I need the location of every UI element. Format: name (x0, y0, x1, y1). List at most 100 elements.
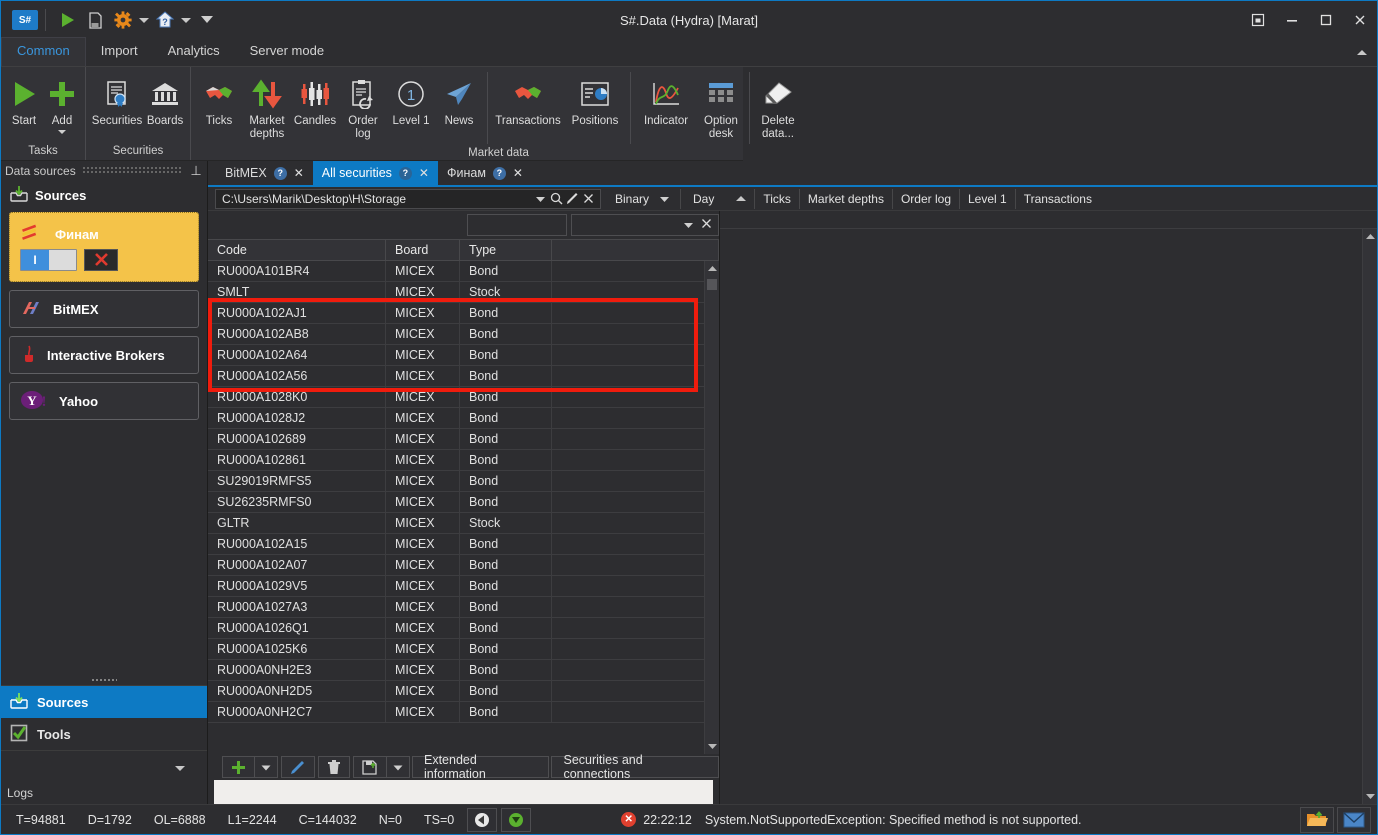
quick-settings-gear-icon[interactable] (109, 6, 137, 34)
clear-x-icon[interactable] (580, 193, 596, 204)
minimize-icon[interactable] (1275, 1, 1309, 39)
scroll-up-icon[interactable] (707, 261, 718, 277)
help-dropdown-caret-icon[interactable] (179, 6, 193, 34)
tab-all-securities[interactable]: All securities ? ✕ (312, 161, 438, 185)
table-row[interactable]: RU000A1027A3 MICEX Bond (208, 597, 719, 618)
chevron-down-icon[interactable] (683, 218, 694, 232)
timeframe-select[interactable]: Day (685, 189, 754, 209)
sidebar-item-sources[interactable]: Sources (1, 686, 207, 718)
scroll-up-icon[interactable] (1365, 229, 1376, 245)
table-row[interactable]: GLTR MICEX Stock (208, 513, 719, 534)
ribbon-indicator-button[interactable]: Indicator (635, 72, 697, 128)
scroll-thumb[interactable] (707, 279, 717, 290)
preview-vertical-scrollbar[interactable] (1362, 229, 1377, 804)
table-row[interactable]: RU000A101BR4 MICEX Bond (208, 261, 719, 282)
forward-arrow-icon[interactable] (501, 807, 532, 832)
table-row[interactable]: RU000A102A07 MICEX Bond (208, 555, 719, 576)
table-row[interactable]: RU000A1028K0 MICEX Bond (208, 387, 719, 408)
table-row[interactable]: RU000A102861 MICEX Bond (208, 450, 719, 471)
segment-transactions[interactable]: Transactions (1014, 188, 1100, 209)
ribbon-news-button[interactable]: News (435, 72, 483, 128)
export-dropdown-caret-icon[interactable] (386, 757, 409, 777)
maximize-icon[interactable] (1309, 1, 1343, 39)
ribbon-start-button[interactable]: Start (5, 72, 43, 128)
table-row[interactable]: RU000A1028J2 MICEX Bond (208, 408, 719, 429)
table-row[interactable]: RU000A102A64 MICEX Bond (208, 345, 719, 366)
edit-security-button[interactable] (282, 757, 314, 777)
chevron-down-icon[interactable] (532, 195, 548, 203)
tab-bitmex[interactable]: BitMEX ? ✕ (216, 161, 313, 185)
ribbon-delete-data-button[interactable]: Delete data... (754, 72, 802, 141)
sidebar-item-tools[interactable]: Tools (1, 718, 207, 750)
storage-path-input[interactable]: C:\Users\Marik\Desktop\H\Storage (215, 188, 601, 209)
scroll-down-icon[interactable] (1365, 788, 1376, 804)
segment-market-depths[interactable]: Market depths (798, 188, 892, 209)
column-header-type[interactable]: Type (460, 240, 552, 260)
table-row[interactable]: RU000A1026Q1 MICEX Bond (208, 618, 719, 639)
clear-x-icon[interactable] (701, 218, 712, 232)
source-card-finam[interactable]: Финам I (9, 212, 199, 282)
sources-tree-root[interactable]: Sources (1, 181, 207, 212)
table-row[interactable]: RU000A1025K6 MICEX Bond (208, 639, 719, 660)
securities-and-connections-button[interactable]: Securities and connections (551, 753, 719, 781)
segment-ticks[interactable]: Ticks (754, 188, 799, 209)
source-card-yahoo[interactable]: Y ! Yahoo (9, 382, 199, 420)
extended-information-button[interactable]: Extended information (412, 753, 550, 781)
export-button[interactable] (354, 757, 386, 777)
segment-level-1[interactable]: Level 1 (959, 188, 1015, 209)
source-card-bitmex[interactable]: BitMEX (9, 290, 199, 328)
table-row[interactable]: RU000A102A56 MICEX Bond (208, 366, 719, 387)
ribbon-transactions-button[interactable]: Transactions (492, 72, 564, 128)
quick-help-home-icon[interactable]: ? (151, 6, 179, 34)
finam-power-toggle[interactable]: I (20, 248, 77, 271)
table-row[interactable]: SU26235RMFS0 MICEX Bond (208, 492, 719, 513)
table-row[interactable]: RU000A102AJ1 MICEX Bond (208, 303, 719, 324)
table-row[interactable]: RU000A102A15 MICEX Bond (208, 534, 719, 555)
column-header-extra[interactable] (552, 240, 719, 260)
add-dropdown-caret-icon[interactable] (58, 130, 66, 134)
open-folder-icon[interactable] (1300, 806, 1334, 833)
close-icon[interactable]: ✕ (513, 166, 523, 180)
customize-quick-access-icon[interactable] (193, 6, 221, 34)
table-row[interactable]: RU000A0NH2D5 MICEX Bond (208, 681, 719, 702)
back-arrow-icon[interactable] (467, 807, 498, 832)
help-icon[interactable]: ? (398, 166, 412, 180)
edit-pencil-icon[interactable] (564, 192, 580, 205)
segment-order-log[interactable]: Order log (891, 188, 959, 209)
search-icon[interactable] (548, 192, 564, 205)
quick-logs-icon[interactable] (81, 6, 109, 34)
ribbon-tab-server-mode[interactable]: Server mode (235, 38, 339, 66)
ribbon-positions-button[interactable]: Positions (564, 72, 626, 128)
finam-stop-button[interactable] (84, 248, 118, 271)
mail-icon[interactable] (1337, 806, 1371, 833)
help-icon[interactable]: ? (492, 166, 506, 180)
add-security-button[interactable] (223, 757, 254, 777)
filter-combo-input[interactable] (571, 214, 719, 236)
close-icon[interactable] (1343, 1, 1377, 39)
close-icon[interactable]: ✕ (419, 166, 429, 180)
storage-format-select[interactable]: Binary (609, 189, 676, 209)
delete-security-button[interactable] (319, 757, 349, 777)
table-row[interactable]: RU000A102AB8 MICEX Bond (208, 324, 719, 345)
source-card-interactive-brokers[interactable]: Interactive Brokers (9, 336, 199, 374)
grid-vertical-scrollbar[interactable] (704, 261, 719, 754)
ribbon-option-desk-button[interactable]: Option desk (697, 72, 745, 141)
restore-layout-icon[interactable] (1241, 1, 1275, 39)
tab-finam[interactable]: Финам ? ✕ (438, 161, 532, 185)
ribbon-order-log-button[interactable]: Order log (339, 72, 387, 141)
ribbon-boards-button[interactable]: Boards (144, 72, 186, 128)
pin-icon[interactable]: ⊥ (189, 163, 203, 179)
column-header-board[interactable]: Board (386, 240, 460, 260)
ribbon-candles-button[interactable]: Candles (291, 72, 339, 128)
ribbon-level1-button[interactable]: 1 Level 1 (387, 72, 435, 128)
table-row[interactable]: RU000A1029V5 MICEX Bond (208, 576, 719, 597)
table-row[interactable]: RU000A0NH2E3 MICEX Bond (208, 660, 719, 681)
settings-dropdown-caret-icon[interactable] (137, 6, 151, 34)
table-row[interactable]: RU000A102689 MICEX Bond (208, 429, 719, 450)
column-header-code[interactable]: Code (208, 240, 386, 260)
ribbon-collapse-icon[interactable] (1347, 40, 1377, 66)
table-row[interactable]: SMLT MICEX Stock (208, 282, 719, 303)
help-icon[interactable]: ? (273, 166, 287, 180)
dock-more-options-icon[interactable] (1, 750, 207, 784)
ribbon-ticks-button[interactable]: Ticks (195, 72, 243, 128)
